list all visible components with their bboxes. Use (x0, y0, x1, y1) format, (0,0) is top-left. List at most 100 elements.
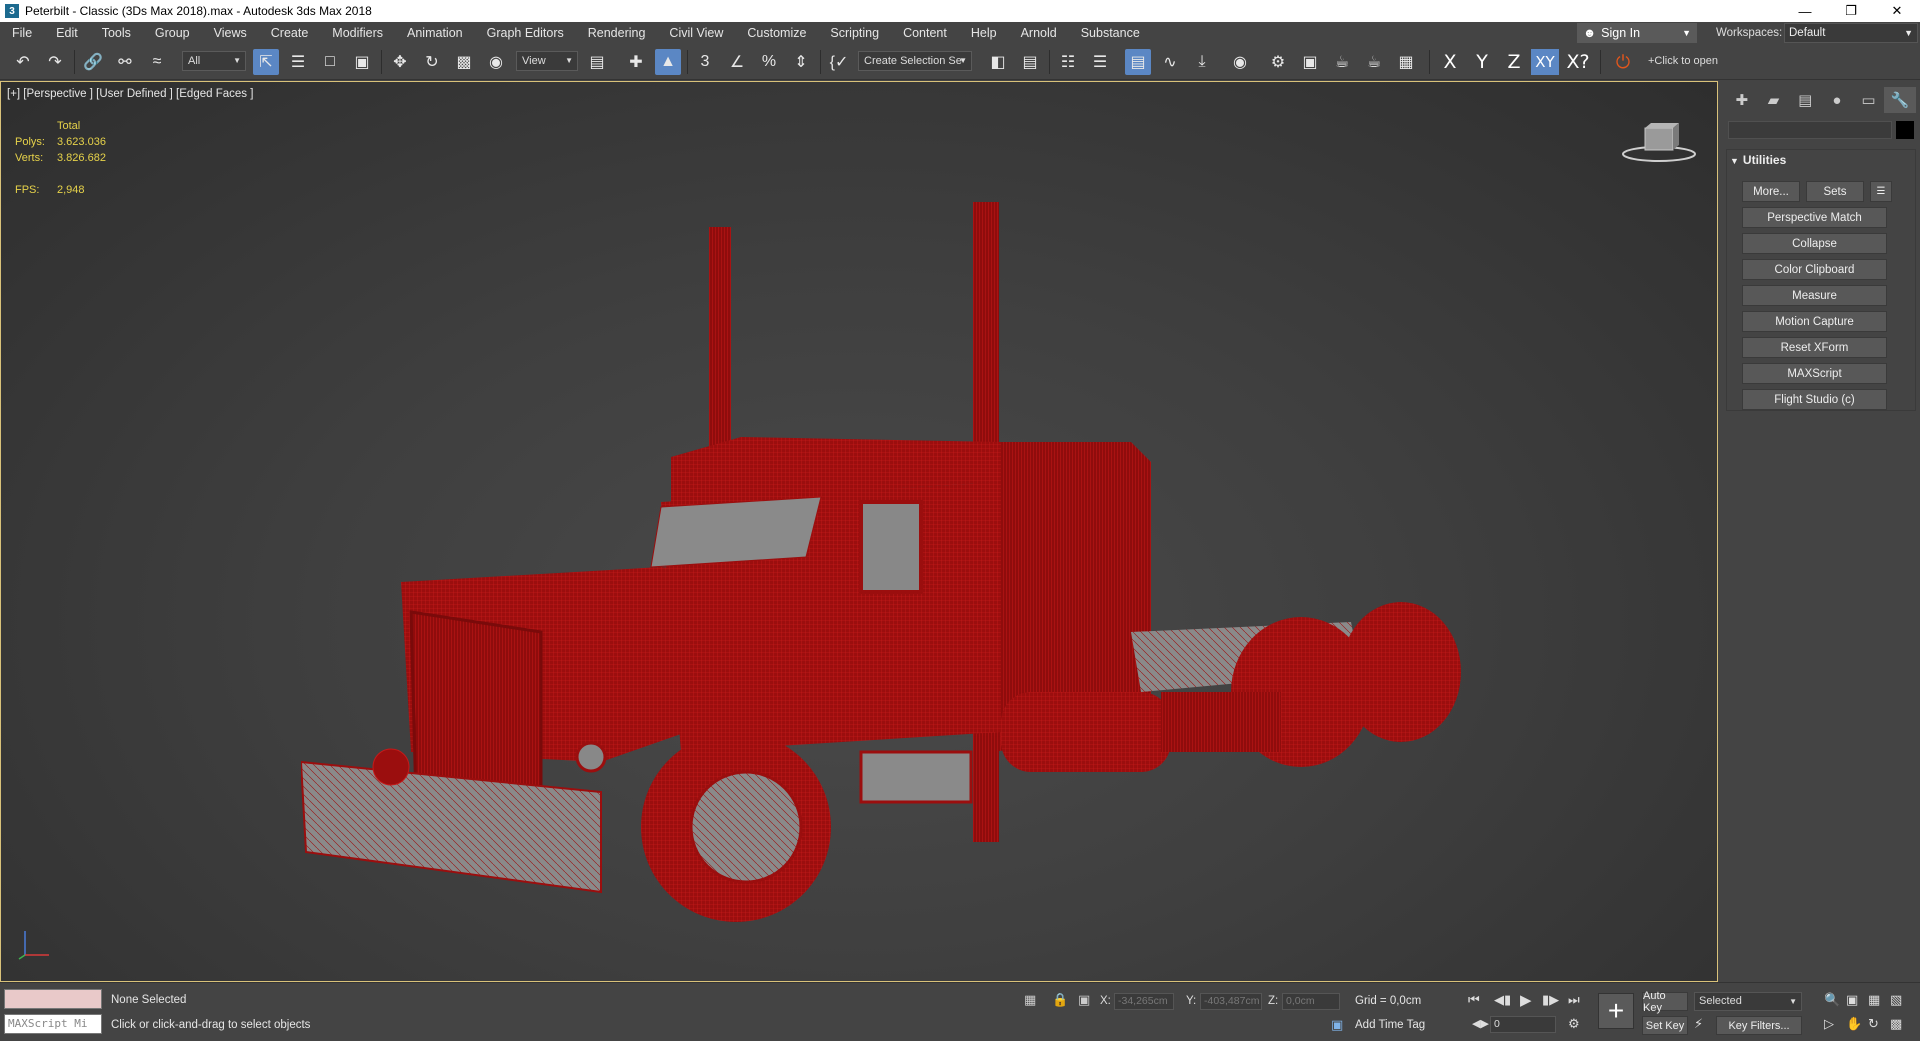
z-coordinate-field[interactable]: 0,0cm (1282, 993, 1340, 1010)
time-tag-icon[interactable]: ▣ (1331, 1017, 1343, 1033)
menu-modifiers[interactable]: Modifiers (320, 22, 395, 44)
rectangular-selection-icon[interactable]: □ (317, 49, 343, 75)
place-icon[interactable]: ◉ (483, 49, 509, 75)
reference-coordinate-dropdown[interactable]: View ▼ (516, 51, 578, 71)
minimize-button[interactable]: — (1782, 0, 1828, 22)
axis-constraint-help-button[interactable]: X? (1564, 49, 1592, 75)
utility-collapse-button[interactable]: Collapse (1742, 233, 1887, 254)
link-icon[interactable]: 🔗 (80, 49, 106, 75)
truck-model[interactable] (301, 112, 1481, 942)
pivot-point-icon[interactable]: ▤ (584, 49, 610, 75)
play-icon[interactable]: ▶ (1520, 991, 1532, 1009)
current-frame-field[interactable]: 0 (1490, 1016, 1556, 1033)
key-mode-dropdown[interactable]: Selected ▼ (1694, 992, 1802, 1011)
utility-flight-studio-button[interactable]: Flight Studio (c) (1742, 389, 1887, 410)
key-filters-button[interactable]: Key Filters... (1716, 1016, 1802, 1035)
curve-editor-icon[interactable]: ∿ (1157, 49, 1183, 75)
maxscript-mini-listener-input[interactable]: MAXScript Mi (4, 1014, 102, 1034)
utility-color-clipboard-button[interactable]: Color Clipboard (1742, 259, 1887, 280)
zoom-extents-icon[interactable]: ▦ (1868, 992, 1880, 1008)
maximize-button[interactable]: ❐ (1828, 0, 1874, 22)
mirror-icon[interactable]: ◧ (985, 49, 1011, 75)
selection-filter-dropdown[interactable]: All ▼ (182, 51, 246, 71)
sign-in-dropdown[interactable]: ☻ Sign In ▼ (1577, 23, 1697, 43)
hierarchy-tab-icon[interactable]: ▤ (1789, 87, 1821, 113)
percent-snap-icon[interactable]: % (756, 49, 782, 75)
x-coordinate-field[interactable]: -34,265cm (1114, 993, 1174, 1010)
snaps-toggle-icon[interactable]: 3 (692, 49, 718, 75)
viewcube-icon[interactable] (1619, 118, 1699, 168)
sets-button[interactable]: Sets (1806, 181, 1864, 202)
rendered-frame-window-icon[interactable]: ▣ (1297, 49, 1323, 75)
named-selection-set-dropdown[interactable]: Create Selection Se ▼ (858, 51, 972, 71)
material-editor-icon[interactable]: ◉ (1227, 49, 1253, 75)
window-crossing-icon[interactable]: ▣ (349, 49, 375, 75)
schematic-view-icon[interactable]: ⤓ (1189, 49, 1215, 75)
display-tab-icon[interactable]: ▭ (1853, 87, 1885, 113)
angle-snap-icon[interactable]: ∠ (724, 49, 750, 75)
menu-create[interactable]: Create (259, 22, 321, 44)
maxscript-listener-button[interactable] (4, 989, 102, 1009)
go-to-end-icon[interactable]: ⏭ (1568, 992, 1580, 1008)
close-button[interactable]: ✕ (1874, 0, 1920, 22)
toggle-ribbon-icon[interactable]: ▤ (1125, 49, 1151, 75)
utility-perspective-match-button[interactable]: Perspective Match (1742, 207, 1887, 228)
y-coordinate-field[interactable]: -403,487cm (1200, 993, 1262, 1010)
zoom-icon[interactable]: 🔍 (1824, 992, 1840, 1008)
time-configuration-icon[interactable]: ⚙ (1568, 1016, 1580, 1032)
set-key-filter-icon[interactable]: ⚡ (1694, 1016, 1703, 1032)
keyboard-shortcut-override-icon[interactable]: ▲ (655, 49, 681, 75)
axis-z-button[interactable]: Z (1500, 49, 1528, 75)
toggle-scene-explorer-icon[interactable]: ☷ (1055, 49, 1081, 75)
create-tab-icon[interactable]: ✚ (1726, 87, 1758, 113)
menu-arnold[interactable]: Arnold (1009, 22, 1069, 44)
axis-y-button[interactable]: Y (1468, 49, 1496, 75)
utility-measure-button[interactable]: Measure (1742, 285, 1887, 306)
auto-key-button[interactable]: Auto Key (1642, 990, 1688, 1014)
modify-tab-icon[interactable]: ▰ (1758, 87, 1790, 113)
rotate-icon[interactable]: ↻ (419, 49, 445, 75)
set-key-button[interactable]: Set Key (1642, 1016, 1688, 1035)
selection-lock-icon[interactable]: 🔒 (1052, 992, 1068, 1008)
3dsmax-app-icon[interactable]: 3 (5, 4, 19, 18)
menu-content[interactable]: Content (891, 22, 959, 44)
orbit-icon[interactable]: ↻ (1868, 1016, 1879, 1032)
create-new-key-icon[interactable]: + (1598, 993, 1634, 1029)
menu-tools[interactable]: Tools (90, 22, 143, 44)
motion-tab-icon[interactable]: ● (1821, 87, 1853, 113)
toggle-layer-explorer-icon[interactable]: ☰ (1087, 49, 1113, 75)
object-name-field[interactable] (1728, 121, 1892, 139)
zoom-all-icon[interactable]: ▣ (1846, 992, 1858, 1008)
more-button[interactable]: More... (1742, 181, 1800, 202)
viewport-label[interactable]: [+] [Perspective ] [User Defined ] [Edge… (7, 88, 253, 100)
menu-file[interactable]: File (0, 22, 44, 44)
workspace-select[interactable]: Default ▼ (1784, 23, 1918, 43)
object-color-swatch[interactable] (1896, 121, 1914, 139)
spinner-snap-icon[interactable]: ⇕ (788, 49, 814, 75)
menu-group[interactable]: Group (143, 22, 202, 44)
select-manipulate-icon[interactable]: ✚ (623, 49, 649, 75)
align-icon[interactable]: ▤ (1017, 49, 1043, 75)
menu-animation[interactable]: Animation (395, 22, 475, 44)
move-icon[interactable]: ✥ (387, 49, 413, 75)
field-of-view-icon[interactable]: ▷ (1824, 1016, 1834, 1032)
go-to-start-icon[interactable]: ⏮ (1468, 992, 1480, 1008)
axis-xy-button[interactable]: XY (1531, 49, 1559, 75)
next-frame-icon[interactable]: ▮▶ (1542, 992, 1559, 1008)
render-setup-icon[interactable]: ⚙ (1265, 49, 1291, 75)
select-by-name-icon[interactable]: ☰ (285, 49, 311, 75)
utilities-rollout-title[interactable]: ▼ Utilities (1730, 153, 1786, 167)
pan-view-icon[interactable]: ✋ (1846, 1016, 1862, 1032)
render-iterative-icon[interactable]: ☕ (1361, 49, 1387, 75)
utility-motion-capture-button[interactable]: Motion Capture (1742, 311, 1887, 332)
maximize-viewport-icon[interactable]: ▩ (1890, 1016, 1902, 1032)
menu-substance[interactable]: Substance (1069, 22, 1152, 44)
zoom-extents-all-icon[interactable]: ▧ (1890, 992, 1902, 1008)
axis-x-button[interactable]: X (1436, 49, 1464, 75)
render-production-icon[interactable]: ☕ (1329, 49, 1355, 75)
add-time-tag-button[interactable]: Add Time Tag (1355, 1019, 1425, 1031)
scale-icon[interactable]: ▩ (451, 49, 477, 75)
previous-frame-icon[interactable]: ◀▮ (1494, 992, 1511, 1008)
render-in-cloud-icon[interactable]: ▦ (1393, 49, 1419, 75)
menu-customize[interactable]: Customize (735, 22, 818, 44)
